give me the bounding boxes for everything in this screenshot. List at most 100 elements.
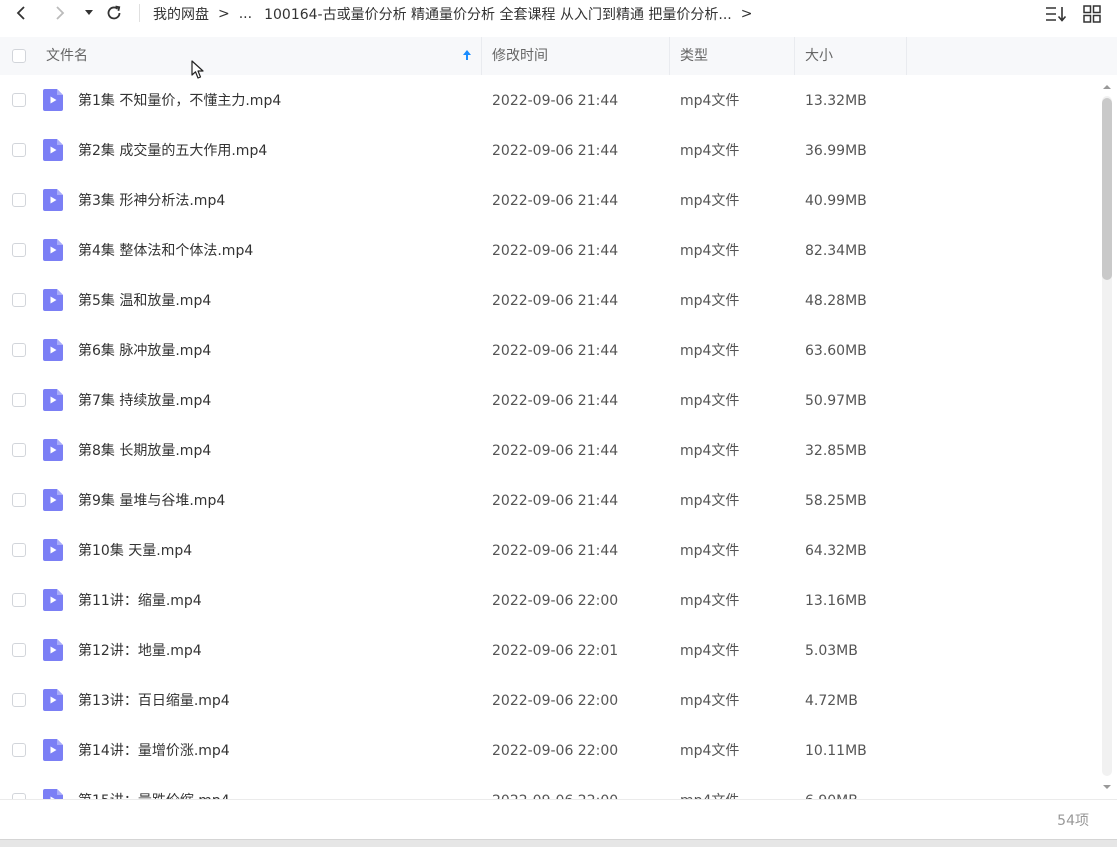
video-file-icon (43, 639, 63, 665)
file-type: mp4文件 (680, 593, 740, 609)
breadcrumb-current-folder[interactable]: 100164-古或量价分析 精通量价分析 全套课程 从入门到精通 把量价分析..… (264, 4, 732, 24)
file-name[interactable]: 第8集 长期放量.mp4 (78, 425, 211, 475)
column-time-header[interactable]: 修改时间 (492, 37, 548, 75)
file-type: mp4文件 (680, 443, 740, 459)
mouse-pointer-icon (191, 60, 204, 79)
row-checkbox[interactable] (12, 493, 26, 507)
file-name[interactable]: 第14讲：量增价涨.mp4 (78, 725, 230, 775)
file-name[interactable]: 第7集 持续放量.mp4 (78, 375, 211, 425)
breadcrumb-ellipsis[interactable]: ... (239, 6, 252, 22)
video-file-icon (43, 339, 63, 365)
sort-list-icon (1046, 7, 1067, 22)
chevron-right-icon (56, 6, 65, 20)
file-modified-time: 2022-09-06 21:44 (492, 143, 619, 159)
table-row[interactable]: 第15讲：量跌价缩.mp4 2022-09-06 22:00 mp4文件 6.90MB (0, 775, 1098, 799)
column-divider[interactable] (669, 37, 670, 75)
forward-button[interactable] (49, 2, 71, 24)
breadcrumb-root[interactable]: 我的网盘 (153, 4, 209, 24)
video-file-icon (43, 489, 63, 515)
file-size: 40.99MB (805, 193, 867, 209)
file-name[interactable]: 第10集 天量.mp4 (78, 525, 192, 575)
chevron-left-icon (16, 6, 25, 20)
file-name[interactable]: 第9集 量堆与谷堆.mp4 (78, 475, 225, 525)
file-modified-time: 2022-09-06 22:00 (492, 775, 618, 799)
row-checkbox[interactable] (12, 193, 26, 207)
file-modified-time: 2022-09-06 21:44 (492, 293, 619, 309)
row-checkbox[interactable] (12, 593, 26, 607)
video-file-icon (43, 739, 63, 765)
scroll-up-icon (1103, 85, 1111, 89)
column-divider[interactable] (481, 37, 482, 75)
row-checkbox[interactable] (12, 93, 26, 107)
scroll-up-button[interactable] (1101, 80, 1113, 90)
view-tools (1045, 3, 1103, 25)
select-all-checkbox[interactable] (12, 49, 26, 63)
table-row[interactable]: 第9集 量堆与谷堆.mp4 2022-09-06 21:44 mp4文件 58.25M… (0, 475, 1098, 525)
table-row[interactable]: 第2集 成交量的五大作用.mp4 2022-09-06 21:44 mp4文件 36.… (0, 125, 1098, 175)
row-checkbox[interactable] (12, 543, 26, 557)
row-checkbox[interactable] (12, 443, 26, 457)
file-name[interactable]: 第13讲：百日缩量.mp4 (78, 675, 230, 725)
table-row[interactable]: 第4集 整体法和个体法.mp4 2022-09-06 21:44 mp4文件 82.3… (0, 225, 1098, 275)
column-divider[interactable] (906, 37, 907, 75)
table-row[interactable]: 第7集 持续放量.mp4 2022-09-06 21:44 mp4文件 50.97MB (0, 375, 1098, 425)
grid-view-button[interactable] (1081, 3, 1103, 25)
column-size-header[interactable]: 大小 (805, 37, 833, 75)
row-checkbox[interactable] (12, 743, 26, 757)
file-name[interactable]: 第3集 形神分析法.mp4 (78, 175, 225, 225)
scroll-down-button[interactable] (1101, 780, 1113, 790)
file-modified-time: 2022-09-06 22:00 (492, 693, 619, 709)
column-name-header[interactable]: 文件名 (46, 37, 88, 75)
status-bar: 54项 (0, 799, 1117, 840)
table-row[interactable]: 第5集 温和放量.mp4 2022-09-06 21:44 mp4文件 48.28MB (0, 275, 1098, 325)
file-type: mp4文件 (680, 775, 739, 799)
table-row[interactable]: 第3集 形神分析法.mp4 2022-09-06 21:44 mp4文件 40.99M… (0, 175, 1098, 225)
file-type: mp4文件 (680, 93, 740, 109)
row-checkbox[interactable] (12, 693, 26, 707)
back-button[interactable] (10, 2, 32, 24)
row-checkbox[interactable] (12, 343, 26, 357)
file-type: mp4文件 (680, 693, 740, 709)
column-type-header[interactable]: 类型 (680, 37, 708, 75)
table-row[interactable]: 第6集 脉冲放量.mp4 2022-09-06 21:44 mp4文件 63.60MB (0, 325, 1098, 375)
row-checkbox[interactable] (12, 393, 26, 407)
file-name[interactable]: 第5集 温和放量.mp4 (78, 275, 211, 325)
table-row[interactable]: 第8集 长期放量.mp4 2022-09-06 21:44 mp4文件 32.85MB (0, 425, 1098, 475)
scroll-down-icon (1103, 785, 1111, 789)
file-name[interactable]: 第12讲：地量.mp4 (78, 625, 202, 675)
video-file-icon (43, 89, 63, 115)
video-file-icon (43, 789, 63, 799)
file-type: mp4文件 (680, 243, 740, 259)
table-row[interactable]: 第10集 天量.mp4 2022-09-06 21:44 mp4文件 64.32MB (0, 525, 1098, 575)
row-checkbox[interactable] (12, 243, 26, 257)
file-name[interactable]: 第4集 整体法和个体法.mp4 (78, 225, 253, 275)
table-row[interactable]: 第1集 不知量价，不懂主力.mp4 2022-09-06 21:44 mp4文件 13… (0, 75, 1098, 125)
file-name[interactable]: 第2集 成交量的五大作用.mp4 (78, 125, 267, 175)
refresh-button[interactable] (103, 2, 125, 24)
sort-button[interactable] (1045, 3, 1067, 25)
scrollbar-thumb[interactable] (1102, 98, 1112, 280)
table-row[interactable]: 第13讲：百日缩量.mp4 2022-09-06 22:00 mp4文件 4.72MB (0, 675, 1098, 725)
file-name[interactable]: 第11讲：缩量.mp4 (78, 575, 202, 625)
file-modified-time: 2022-09-06 21:44 (492, 443, 619, 459)
file-size: 82.34MB (805, 243, 867, 259)
row-checkbox[interactable] (12, 143, 26, 157)
file-size: 32.85MB (805, 443, 867, 459)
column-divider[interactable] (794, 37, 795, 75)
row-checkbox[interactable] (12, 293, 26, 307)
row-checkbox[interactable] (12, 643, 26, 657)
file-size: 13.16MB (805, 593, 867, 609)
file-name[interactable]: 第6集 脉冲放量.mp4 (78, 325, 211, 375)
video-file-icon (43, 189, 63, 215)
table-row[interactable]: 第14讲：量增价涨.mp4 2022-09-06 22:00 mp4文件 10.11M… (0, 725, 1098, 775)
history-dropdown-button[interactable] (78, 2, 100, 24)
file-modified-time: 2022-09-06 21:44 (492, 243, 619, 259)
file-name[interactable]: 第15讲：量跌价缩.mp4 (78, 775, 230, 799)
table-row[interactable]: 第11讲：缩量.mp4 2022-09-06 22:00 mp4文件 13.16MB (0, 575, 1098, 625)
caret-down-icon (85, 10, 93, 15)
file-modified-time: 2022-09-06 21:44 (492, 193, 619, 209)
table-row[interactable]: 第12讲：地量.mp4 2022-09-06 22:01 mp4文件 5.03MB (0, 625, 1098, 675)
file-size: 13.32MB (805, 93, 867, 109)
refresh-icon (107, 5, 121, 20)
file-name[interactable]: 第1集 不知量价，不懂主力.mp4 (78, 75, 281, 125)
